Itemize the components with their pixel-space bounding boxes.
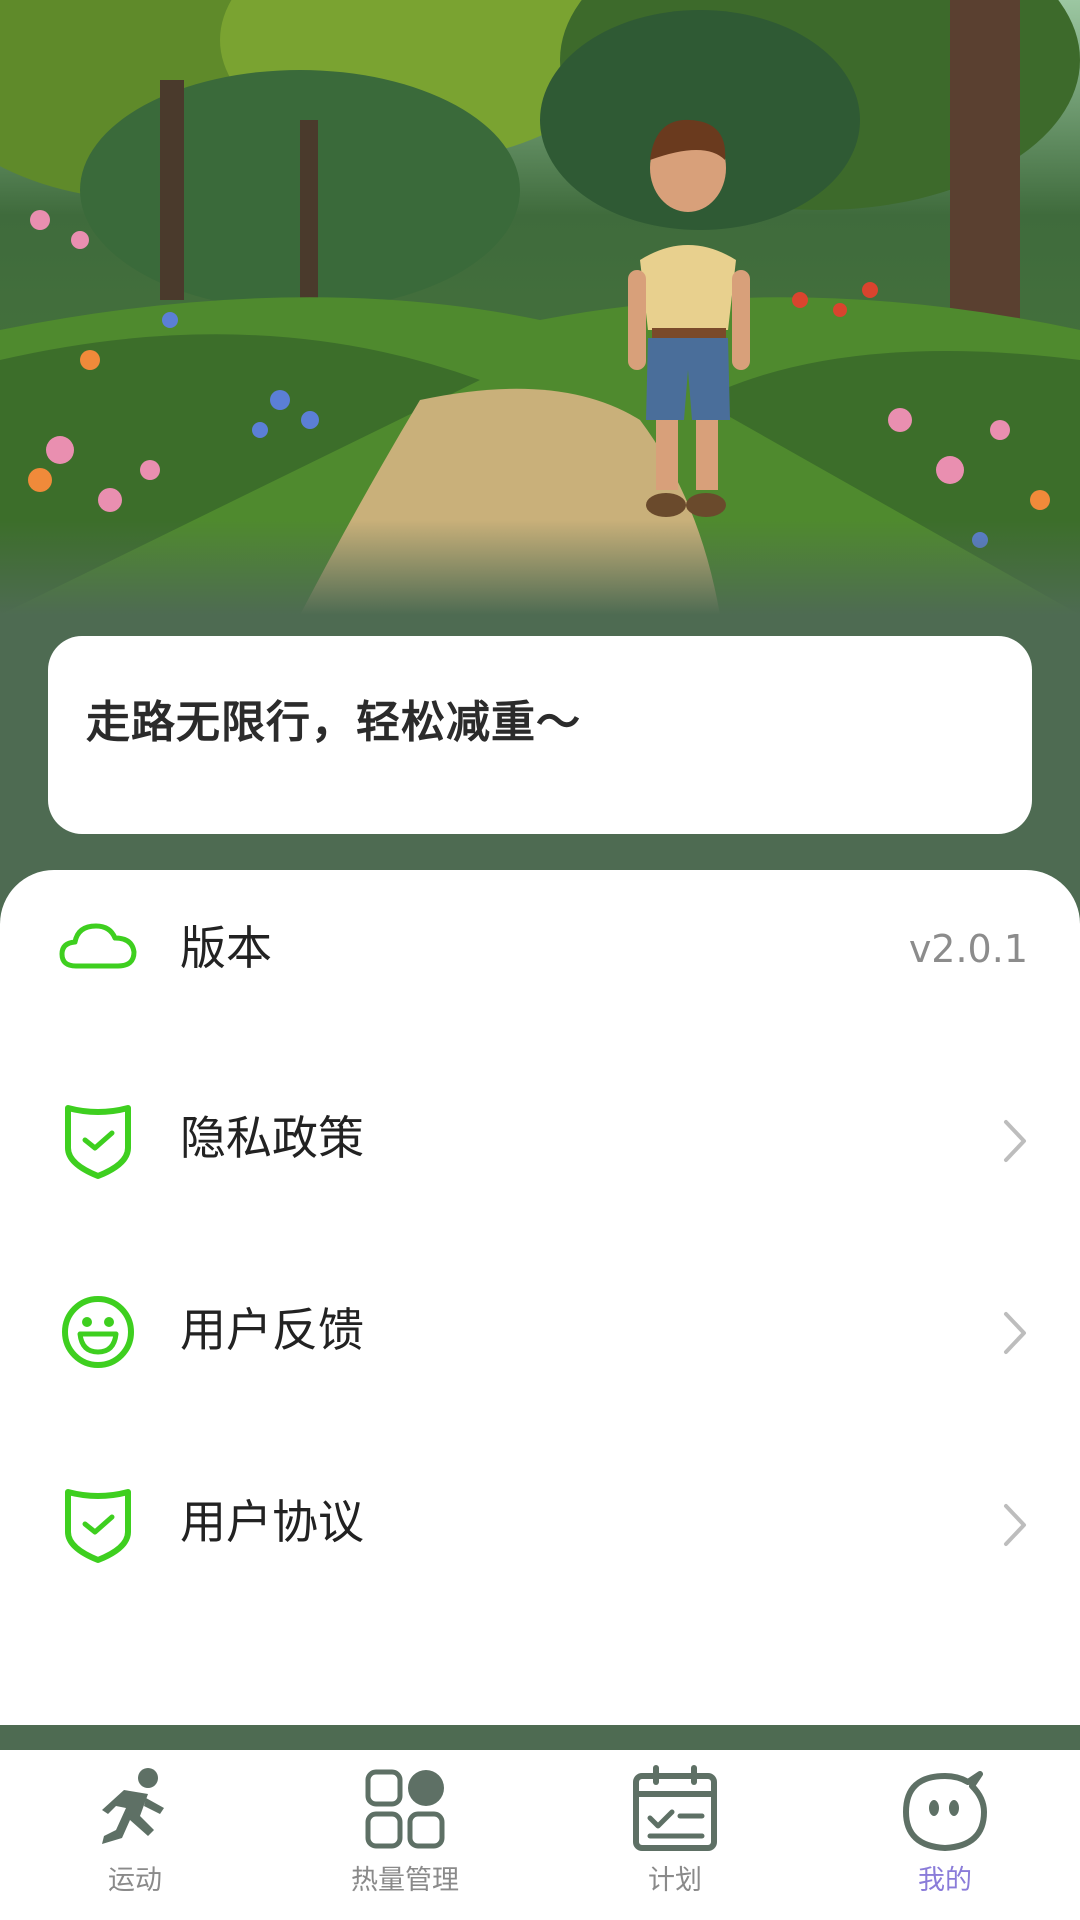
shield-check-icon: [65, 1489, 131, 1563]
calendar-check-icon: [633, 1765, 717, 1851]
bottom-nav: 运动 热量管理 计划 我的: [0, 1750, 1080, 1920]
hero-illustration: [0, 0, 1080, 615]
nav-tab-mine[interactable]: 我的: [810, 1750, 1080, 1920]
menu-item-feedback[interactable]: 用户反馈: [0, 1252, 1080, 1402]
nav-tab-plan[interactable]: 计划: [540, 1750, 810, 1920]
menu-item-label: 用户反馈: [180, 1303, 364, 1357]
menu-item-version[interactable]: 版本 v2.0.1: [0, 870, 1080, 1020]
settings-menu: 版本 v2.0.1 隐私政策 用户反馈 用户协议: [0, 870, 1080, 1725]
menu-item-agreement[interactable]: 用户协议: [0, 1444, 1080, 1594]
chevron-right-icon: [1004, 1120, 1026, 1162]
grid-icon: [365, 1769, 445, 1849]
chevron-right-icon: [1004, 1504, 1026, 1546]
nav-tab-calories[interactable]: 热量管理: [270, 1750, 540, 1920]
chat-face-icon: [903, 1771, 987, 1851]
version-value: v2.0.1: [908, 927, 1028, 971]
nav-label: 热量管理: [351, 1865, 459, 1896]
cloud-icon: [59, 923, 137, 969]
nav-label: 我的: [918, 1865, 972, 1896]
slogan-card: 走路无限行，轻松减重～: [48, 636, 1032, 834]
nav-label: 运动: [108, 1865, 162, 1896]
menu-item-label: 版本: [180, 921, 272, 975]
menu-item-label: 用户协议: [180, 1495, 364, 1549]
chevron-right-icon: [1004, 1312, 1026, 1354]
shield-check-icon: [65, 1105, 131, 1179]
nav-label: 计划: [648, 1865, 702, 1896]
nav-tab-exercise[interactable]: 运动: [0, 1750, 270, 1920]
slogan-text: 走路无限行，轻松减重～: [86, 697, 581, 748]
running-icon: [102, 1768, 164, 1844]
menu-item-label: 隐私政策: [180, 1111, 364, 1165]
smile-icon: [62, 1296, 134, 1368]
menu-item-privacy[interactable]: 隐私政策: [0, 1060, 1080, 1210]
